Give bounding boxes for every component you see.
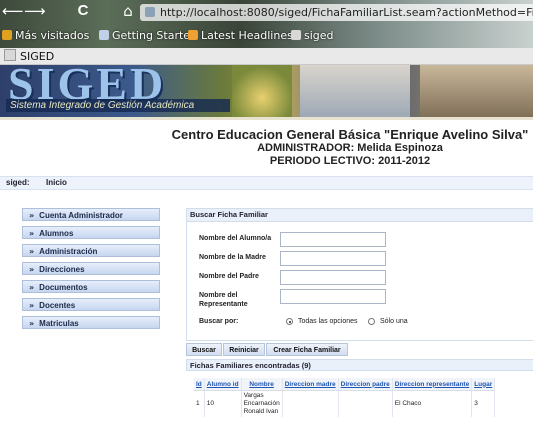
action-bar: Buscar Reiniciar Crear Ficha Familiar [186,343,533,356]
back-button[interactable]: ⟵ [2,2,24,20]
folder-icon [2,30,12,40]
representante-label: Nombre del Representante [199,292,248,308]
buscar-por-label: Buscar por: [199,318,239,325]
url-text: http://localhost:8080/siged/FichaFamilia… [160,6,533,19]
breadcrumb-app: siged: [6,178,30,187]
sidebar-item-docentes[interactable]: » Docentes [22,298,160,311]
address-bar[interactable]: http://localhost:8080/siged/FichaFamilia… [140,4,533,21]
cell-id: 1 [194,390,205,417]
results-table: Id Alumno id Nombre Direccion madre Dire… [194,378,496,417]
table-row[interactable]: 1 10 Vargas Encarnación Ronald Ivan El C… [194,390,496,417]
crear-ficha-button[interactable]: Crear Ficha Familiar [266,343,348,356]
results-title: Fichas Familiares encontradas (9) [186,359,533,371]
home-button[interactable]: ⌂ [118,2,138,20]
alumno-input[interactable] [280,232,386,247]
col-direccion-representante[interactable]: Direccion representante [392,378,473,391]
browser-toolbar: ⟵ ⟶ C ⌂ http://localhost:8080/siged/Fich… [0,0,533,48]
col-lugar[interactable]: Lugar [471,378,496,391]
sidebar-item-direcciones[interactable]: » Direcciones [22,262,160,275]
breadcrumb-home-link[interactable]: Inicio [46,177,67,189]
school-period: PERIODO LECTIVO: 2011-2012 [269,155,431,167]
double-arrow-icon: » [29,247,35,256]
col-direccion-padre[interactable]: Direccion padre [338,378,393,391]
madre-label: Nombre de la Madre [199,254,266,261]
cell-direccion-madre [282,390,339,417]
sidebar-item-documentos[interactable]: » Documentos [22,280,160,293]
rss-icon [188,30,198,40]
sidebar-item-cuenta-administrador[interactable]: » Cuenta Administrador [22,208,160,221]
col-nombre[interactable]: Nombre [241,378,283,391]
radio-solo-una-label: Sólo una [380,318,408,325]
radio-solo-una-option[interactable] [368,318,375,325]
sidebar-menu: » Cuenta Administrador » Alumnos » Administ… [22,208,160,334]
site-banner: SIGED Sistema Integrado de Gestión Acadé… [0,65,533,120]
double-arrow-icon: » [29,301,35,310]
school-name: Centro Educacion General Básica "Enrique… [171,127,529,142]
buscar-button[interactable]: Buscar [186,343,222,356]
site-favicon-icon [145,7,155,17]
col-id[interactable]: Id [194,378,205,391]
madre-input[interactable] [280,251,386,266]
banner-photo-students [300,65,410,120]
double-arrow-icon: » [29,319,35,328]
results-header-row: Id Alumno id Nombre Direccion madre Dire… [194,378,496,391]
banner-photo-class [420,65,533,120]
cell-nombre: Vargas Encarnación Ronald Ivan [241,390,283,417]
reiniciar-button[interactable]: Reiniciar [223,343,265,356]
bookmark-mas-visitados[interactable]: Más visitados [2,29,89,42]
forward-button[interactable]: ⟶ [24,2,46,20]
col-direccion-madre[interactable]: Direccion madre [282,378,339,391]
page-header: Centro Educacion General Básica "Enrique… [160,127,533,168]
cell-direccion-padre [338,390,393,417]
double-arrow-icon: » [29,211,35,220]
breadcrumb: siged: Inicio [0,176,533,190]
cell-direccion-representante: El Chaco [392,390,473,417]
padre-label: Nombre del Padre [199,273,259,280]
padre-input[interactable] [280,270,386,285]
cell-lugar: 3 [471,390,496,417]
tab-siged[interactable]: SIGED [4,49,54,63]
bookmark-siged[interactable]: siged [291,29,334,42]
sidebar-item-administracion[interactable]: » Administración [22,244,160,257]
search-panel-title: Buscar Ficha Familiar [187,209,533,222]
banner-subtitle: Sistema Integrado de Gestión Académica [6,99,230,112]
page-icon [4,49,16,61]
search-panel: Buscar Ficha Familiar Nombre del Alumno/… [186,208,533,341]
double-arrow-icon: » [29,283,35,292]
banner-divider [0,117,533,120]
double-arrow-icon: » [29,229,35,238]
page-icon [291,30,301,40]
admin-name: ADMINISTRADOR: Melida Espinoza [257,142,443,154]
tab-bar: SIGED [0,48,533,65]
banner-photo-plant [232,65,292,120]
page-icon [99,30,109,40]
radio-todas-option[interactable] [286,318,293,325]
bookmark-getting-started[interactable]: Getting Started [99,29,197,42]
double-arrow-icon: » [29,265,35,274]
alumno-label: Nombre del Alumno/a [199,235,272,242]
col-alumno-id[interactable]: Alumno id [204,378,242,391]
cell-alumno-id: 10 [204,390,242,417]
sidebar-item-alumnos[interactable]: » Alumnos [22,226,160,239]
representante-input[interactable] [280,289,386,304]
radio-todas-label: Todas las opciones [298,318,358,325]
sidebar-item-matriculas[interactable]: » Matriculas [22,316,160,329]
bookmark-latest-headlines[interactable]: Latest Headlines [188,29,293,42]
reload-button[interactable]: C [73,2,93,20]
